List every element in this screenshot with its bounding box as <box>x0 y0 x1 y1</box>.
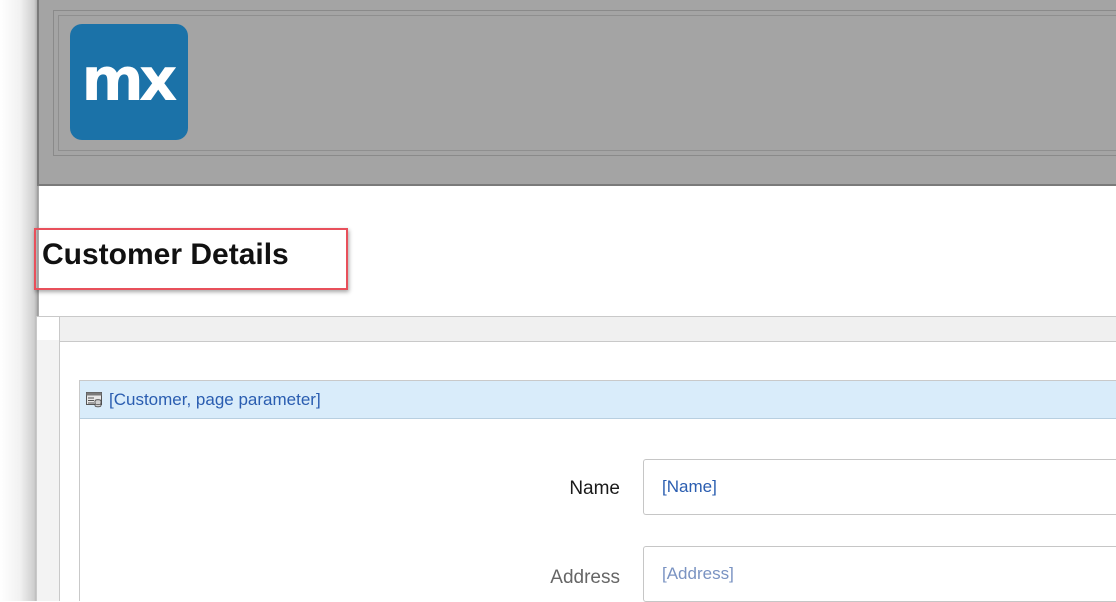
header-layout-inner-frame <box>58 15 1116 151</box>
page-title[interactable]: Customer Details <box>42 238 289 272</box>
name-field[interactable]: [Name] <box>643 459 1116 515</box>
window-left-frame <box>0 0 40 601</box>
header-layout-frame <box>53 10 1116 156</box>
layout-grid-corner <box>37 317 59 340</box>
name-label: Name <box>569 478 620 499</box>
mendix-logo: mx <box>70 24 188 140</box>
dataview-icon <box>86 391 102 408</box>
address-field[interactable]: [Address] <box>643 546 1116 602</box>
data-view-header[interactable]: [Customer, page parameter] <box>80 381 1116 419</box>
page-header <box>37 0 1116 186</box>
data-view-label: [Customer, page parameter] <box>109 389 321 409</box>
address-label: Address <box>550 567 620 588</box>
logo-text: mx <box>81 45 177 115</box>
layout-grid-column-strip[interactable] <box>37 340 60 601</box>
layout-grid-row-header[interactable] <box>59 317 1116 342</box>
